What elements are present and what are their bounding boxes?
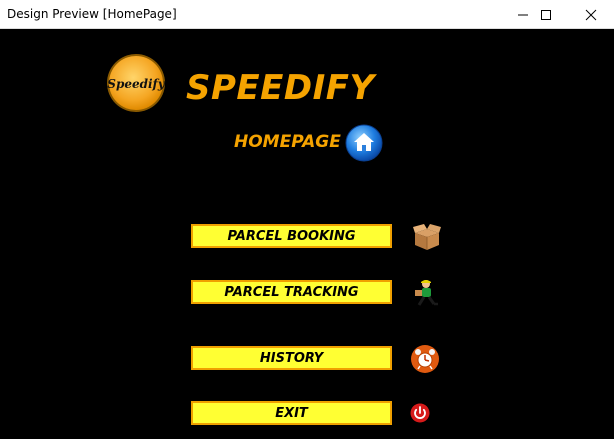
alarm-clock-icon xyxy=(410,344,440,374)
page-title: HOMEPAGE xyxy=(234,132,341,152)
delivery-man-icon xyxy=(412,279,442,309)
maximize-icon xyxy=(541,9,551,20)
parcel-box-icon xyxy=(412,222,442,252)
parcel-tracking-button[interactable]: PARCEL TRACKING xyxy=(191,280,392,304)
window-titlebar: Design Preview [HomePage] xyxy=(0,0,614,29)
close-icon xyxy=(585,9,597,20)
parcel-booking-button[interactable]: PARCEL BOOKING xyxy=(191,224,392,248)
speedify-logo: Speedify xyxy=(106,53,166,113)
exit-button[interactable]: EXIT xyxy=(191,401,392,425)
home-icon xyxy=(345,124,383,162)
close-button[interactable] xyxy=(568,0,614,29)
logo-text: Speedify xyxy=(107,77,165,91)
app-title: SPEEDIFY xyxy=(186,68,375,108)
history-button[interactable]: HISTORY xyxy=(191,346,392,370)
maximize-button[interactable] xyxy=(523,0,569,29)
power-icon xyxy=(405,398,435,428)
window-title: Design Preview [HomePage] xyxy=(7,7,177,21)
